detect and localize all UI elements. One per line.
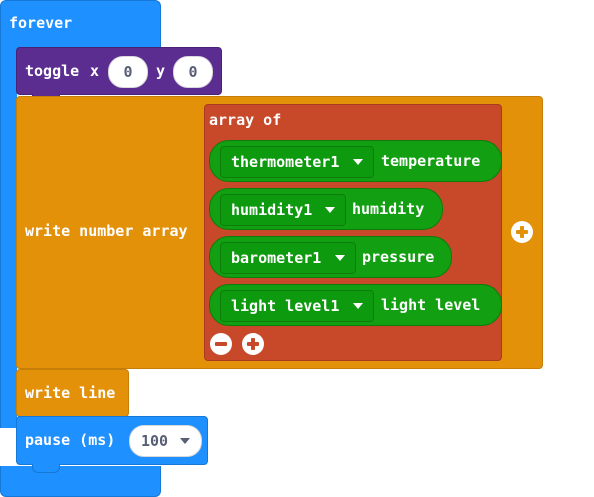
pause-block-notch xyxy=(32,464,60,473)
sensor-block-temperature[interactable]: thermometer1 temperature xyxy=(209,140,502,182)
add-item-button[interactable] xyxy=(242,333,264,355)
sensor-dropdown-label: barometer1 xyxy=(231,249,322,267)
toggle-x-label: x xyxy=(90,62,100,80)
sensor-property-label: pressure xyxy=(362,248,435,266)
write-number-array-label: write number array xyxy=(25,222,188,240)
caret-down-icon xyxy=(325,207,335,213)
sensor-dropdown-label: light level1 xyxy=(231,297,340,315)
minus-circle-icon xyxy=(215,342,227,346)
toggle-block[interactable]: toggle x 0 y 0 xyxy=(16,47,222,95)
toggle-label: toggle xyxy=(25,62,80,80)
sensor-property-label: light level xyxy=(381,296,481,314)
sensor-dropdown-barometer1[interactable]: barometer1 xyxy=(220,242,356,274)
remove-item-button[interactable] xyxy=(210,333,232,355)
caret-down-icon xyxy=(353,303,363,309)
caret-down-icon xyxy=(335,255,345,261)
add-argument-button[interactable] xyxy=(511,221,533,243)
write-line-block[interactable]: write line xyxy=(16,369,129,417)
caret-down-icon xyxy=(353,159,363,165)
pause-label: pause (ms) xyxy=(25,431,116,449)
forever-block-footer xyxy=(0,466,161,497)
toggle-x-input[interactable]: 0 xyxy=(108,56,148,88)
toggle-y-label: y xyxy=(156,62,166,80)
caret-down-icon xyxy=(180,438,190,444)
forever-label: forever xyxy=(9,14,73,32)
pause-duration-dropdown[interactable]: 100 xyxy=(129,425,202,457)
sensor-property-label: temperature xyxy=(381,152,481,170)
sensor-dropdown-light-level1[interactable]: light level1 xyxy=(220,290,374,322)
sensor-dropdown-label: humidity1 xyxy=(231,201,313,219)
forever-block[interactable]: forever xyxy=(0,0,161,49)
sensor-block-light-level[interactable]: light level1 light level xyxy=(209,284,502,326)
write-line-label: write line xyxy=(25,384,116,402)
pause-duration-value: 100 xyxy=(141,432,169,450)
forever-block-arm xyxy=(0,48,17,428)
sensor-block-humidity[interactable]: humidity1 humidity xyxy=(209,188,443,230)
toggle-y-input[interactable]: 0 xyxy=(173,56,213,88)
sensor-dropdown-label: thermometer1 xyxy=(231,153,340,171)
array-of-block[interactable]: array of thermometer1 temperature humidi… xyxy=(204,104,502,361)
sensor-property-label: humidity xyxy=(352,200,425,218)
pause-block[interactable]: pause (ms) 100 xyxy=(16,416,208,465)
sensor-dropdown-thermometer1[interactable]: thermometer1 xyxy=(220,146,374,178)
array-of-label: array of xyxy=(209,111,282,129)
sensor-dropdown-humidity1[interactable]: humidity1 xyxy=(220,194,346,226)
sensor-block-pressure[interactable]: barometer1 pressure xyxy=(209,236,452,278)
